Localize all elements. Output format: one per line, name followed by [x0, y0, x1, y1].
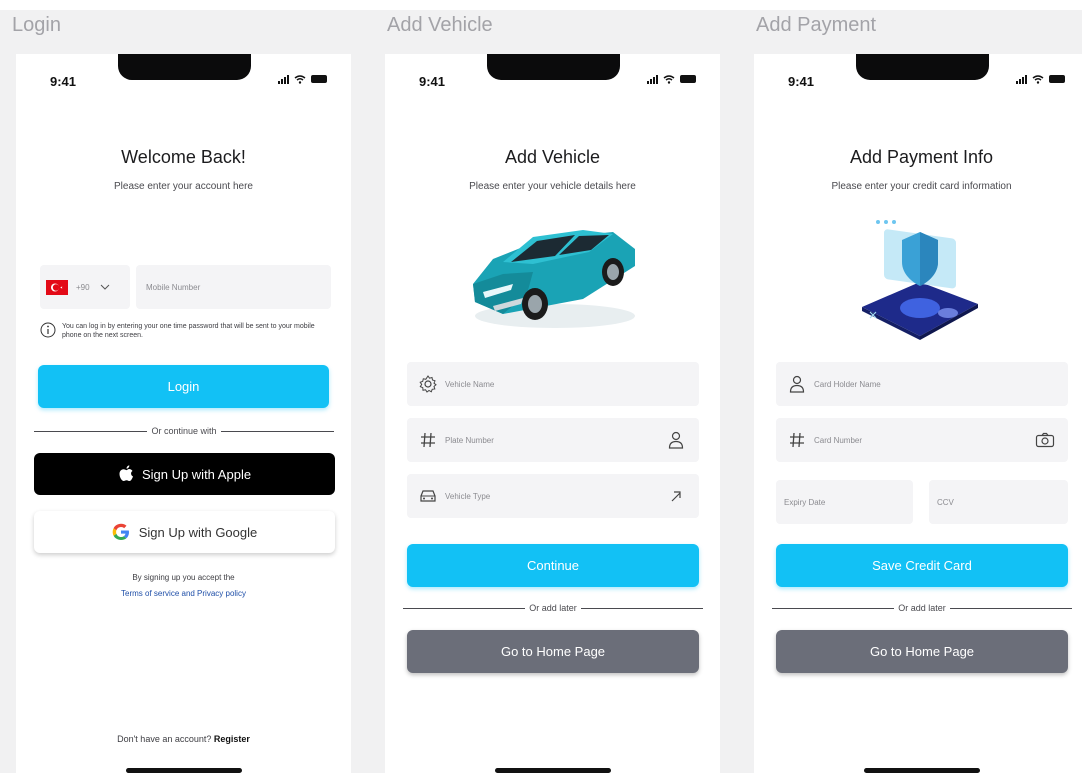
save-credit-card-button[interactable]: Save Credit Card — [776, 544, 1068, 587]
or-add-later-divider: Or add later — [772, 601, 1072, 615]
register-prompt: Don't have an account? Register — [16, 734, 351, 744]
google-icon — [112, 523, 129, 540]
go-home-button-label: Go to Home Page — [869, 644, 975, 659]
divider-text: Or add later — [898, 603, 946, 613]
signal-icon — [278, 74, 289, 84]
register-question: Don't have an account? — [117, 734, 212, 744]
login-screen: 9:41 Welcome Back! Please enter your acc… — [16, 54, 351, 773]
vehicle-type-placeholder: Vehicle Type — [445, 491, 491, 501]
apple-button-label: Sign Up with Apple — [141, 466, 252, 482]
go-home-button[interactable]: Go to Home Page — [407, 630, 699, 673]
info-icon — [40, 322, 56, 338]
frame-title-payment: Add Payment — [756, 14, 877, 36]
camera-icon[interactable] — [1035, 432, 1055, 448]
user-icon — [789, 375, 805, 393]
mobile-number-placeholder: Mobile Number — [146, 282, 201, 292]
page-subtitle: Please enter your credit card informatio… — [831, 181, 1012, 192]
or-add-later-divider: Or add later — [403, 601, 703, 615]
mobile-number-input[interactable]: Mobile Number — [136, 265, 331, 309]
secure-payment-illustration — [862, 220, 978, 340]
chevron-down-icon — [100, 284, 109, 290]
card-number-input[interactable]: Card Number — [776, 418, 1068, 462]
terms-text: By signing up you accept the — [132, 573, 235, 582]
register-link[interactable]: Register — [214, 734, 250, 744]
terms-link[interactable]: Terms of service and Privacy policy — [16, 586, 351, 602]
top-strip — [0, 0, 1082, 10]
go-home-button[interactable]: Go to Home Page — [776, 630, 1068, 673]
save-credit-card-label: Save Credit Card — [872, 558, 972, 573]
divider-text: Or continue with — [151, 426, 217, 436]
home-indicator — [863, 768, 980, 773]
expiry-date-input[interactable]: Expiry Date — [776, 480, 913, 524]
car-icon — [420, 490, 436, 502]
card-holder-input[interactable]: Card Holder Name — [776, 362, 1068, 406]
plate-number-input[interactable]: Plate Number — [407, 418, 699, 462]
status-time: 9:41 — [788, 74, 815, 89]
hash-icon — [421, 432, 435, 448]
add-vehicle-screen: 9:41 Add Vehicle Please enter your vehic… — [385, 54, 720, 773]
status-time: 9:41 — [50, 74, 77, 89]
terms-notice: By signing up you accept the Terms of se… — [16, 570, 351, 602]
wifi-icon — [294, 74, 306, 84]
expiry-date-placeholder: Expiry Date — [784, 497, 826, 507]
add-payment-screen: 9:41 Add Payment Info Please enter your … — [754, 54, 1082, 773]
apple-icon — [119, 465, 133, 481]
otp-info-note: You can log in by entering your one time… — [40, 322, 330, 340]
plate-number-placeholder: Plate Number — [445, 435, 494, 445]
divider-text: Or add later — [529, 603, 577, 613]
country-code-value: +90 — [76, 282, 90, 292]
frame-title-vehicle: Add Vehicle — [387, 14, 493, 36]
vehicle-type-input[interactable]: Vehicle Type — [407, 474, 699, 518]
phone-notch — [487, 54, 620, 80]
page-title: Add Payment Info — [849, 147, 994, 167]
ccv-placeholder: CCV — [937, 497, 954, 507]
home-indicator — [125, 768, 242, 773]
login-button[interactable]: Login — [38, 365, 329, 408]
continue-button[interactable]: Continue — [407, 544, 699, 587]
wifi-icon — [663, 74, 675, 84]
hash-icon — [790, 432, 804, 448]
status-icons — [278, 74, 327, 84]
signal-icon — [647, 74, 658, 84]
status-time: 9:41 — [419, 74, 446, 89]
ccv-input[interactable]: CCV — [929, 480, 1068, 524]
arrow-up-right-icon — [671, 491, 681, 502]
home-indicator — [494, 768, 611, 773]
page-title: Add Vehicle — [504, 147, 601, 167]
card-holder-placeholder: Card Holder Name — [814, 379, 881, 389]
page-subtitle: Please enter your account here — [114, 181, 253, 192]
apple-signup-button[interactable]: Sign Up with Apple — [34, 453, 335, 495]
signal-icon — [1016, 74, 1027, 84]
page-subtitle: Please enter your vehicle details here — [469, 181, 636, 192]
car-illustration — [473, 230, 635, 328]
google-button-label: Sign Up with Google — [138, 524, 258, 540]
battery-icon — [680, 75, 696, 83]
battery-icon — [311, 75, 327, 83]
gear-icon — [419, 375, 437, 393]
page-title: Welcome Back! — [121, 147, 246, 167]
battery-icon — [1049, 75, 1065, 83]
or-continue-divider: Or continue with — [34, 424, 334, 438]
go-home-button-label: Go to Home Page — [500, 644, 606, 659]
card-number-placeholder: Card Number — [814, 435, 863, 445]
phone-notch — [118, 54, 251, 80]
user-icon — [668, 431, 684, 449]
google-signup-button[interactable]: Sign Up with Google — [34, 511, 335, 553]
phone-notch — [856, 54, 989, 80]
status-icons — [647, 74, 696, 84]
wifi-icon — [1032, 74, 1044, 84]
login-button-label: Login — [167, 379, 200, 394]
vehicle-name-placeholder: Vehicle Name — [445, 379, 495, 389]
vehicle-name-input[interactable]: Vehicle Name — [407, 362, 699, 406]
otp-info-text: You can log in by entering your one time… — [62, 323, 315, 339]
frame-title-login: Login — [12, 14, 61, 36]
turkey-flag-icon — [46, 279, 68, 295]
continue-button-label: Continue — [526, 558, 580, 573]
country-code-select[interactable]: +90 — [40, 265, 130, 309]
status-icons — [1016, 74, 1065, 84]
